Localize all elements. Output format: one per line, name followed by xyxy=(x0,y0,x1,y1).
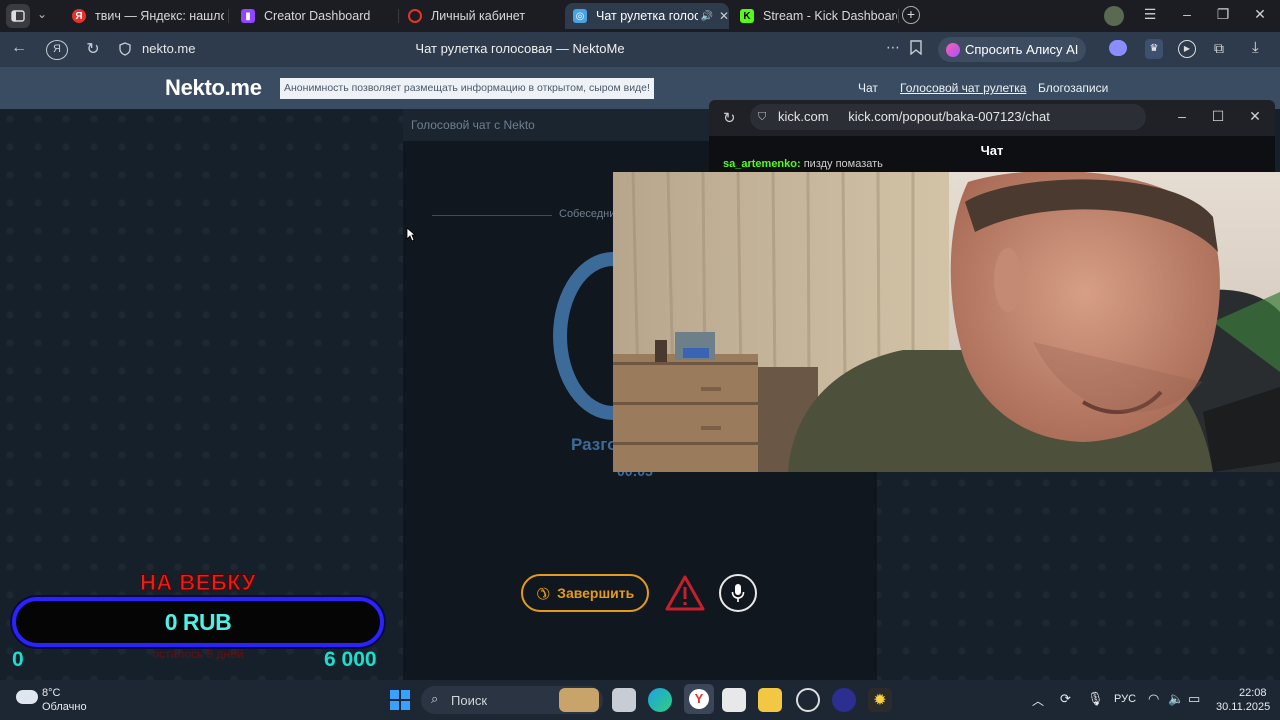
webcam-video xyxy=(613,172,1280,472)
site-info-icon: ⛉ xyxy=(758,111,767,123)
sidebar-toggle-icon[interactable] xyxy=(6,4,30,28)
tab-yandex-search[interactable]: Я твич — Яндекс: нашлось xyxy=(64,3,224,29)
divider xyxy=(432,215,552,216)
weather-desc[interactable]: Облачно xyxy=(42,701,87,713)
page-title: Чат рулетка голосовая — NektoMe xyxy=(415,41,625,56)
tab-creator-dashboard[interactable]: ▮ Creator Dashboard xyxy=(233,3,398,29)
search-placeholder: Поиск xyxy=(451,692,488,708)
minimize-icon[interactable]: – xyxy=(1176,6,1198,22)
donation-amount: 0 RUB xyxy=(164,608,232,635)
donation-goal-title: НА ВЕБКУ xyxy=(140,570,256,596)
site-tagline: Анонимность позволяет размещать информац… xyxy=(280,78,654,99)
chat-text: пизду помазать xyxy=(803,158,883,170)
tab-nekto-active[interactable]: ◎ Чат рулетка голосов 🔊 ✕ xyxy=(565,3,729,29)
popout-close-icon[interactable]: ✕ xyxy=(1244,108,1266,125)
donation-goal-bar: 0 RUB xyxy=(12,597,384,647)
task-view-icon[interactable] xyxy=(612,688,636,712)
nav-chat[interactable]: Чат xyxy=(858,81,878,95)
kick-icon: K xyxy=(740,9,754,23)
edge-icon[interactable] xyxy=(648,688,672,712)
kick-chat-popout-window: ↻ ⛉ kick.com kick.com/popout/baka-007123… xyxy=(709,100,1275,172)
alice-icon xyxy=(946,42,960,57)
browser-tab-bar: ⌄ Я твич — Яндекс: нашлось ▮ Creator Das… xyxy=(0,0,1280,32)
tab-label: твич — Яндекс: нашлось xyxy=(95,9,224,23)
popout-site: kick.com xyxy=(778,109,829,124)
close-window-icon[interactable]: ✕ xyxy=(1249,6,1271,23)
volume-icon[interactable]: 🔈 xyxy=(1168,691,1184,707)
new-tab-button[interactable]: + xyxy=(902,6,920,24)
windows-start-icon[interactable] xyxy=(388,688,412,712)
nekto-icon: ◎ xyxy=(573,9,587,23)
bookmark-icon[interactable] xyxy=(910,40,922,60)
donation-min: 0 xyxy=(12,648,24,671)
tab-personal-account[interactable]: Личный кабинет xyxy=(400,3,560,29)
tab-kick-dashboard[interactable]: K Stream - Kick Dashboard xyxy=(732,3,897,29)
vpn-shield-icon[interactable]: ♛ xyxy=(1145,39,1163,59)
tab-label: Чат рулетка голосов xyxy=(596,9,699,23)
ask-alice-label: Спросить Алису AI xyxy=(965,42,1079,57)
popout-minimize-icon[interactable]: – xyxy=(1171,108,1193,124)
popout-reload-icon[interactable]: ↻ xyxy=(723,109,736,127)
collections-icon[interactable]: ⧉ xyxy=(1214,40,1224,57)
tab-label: Личный кабинет xyxy=(431,9,526,23)
windows-taskbar: 8°C Облачно ⌕ Поиск Y ✹ ︿ ⟳ 🎙 РУС ◠ 🔈 ▭ … xyxy=(0,680,1280,720)
ring-icon xyxy=(408,9,422,23)
site-logo[interactable]: Nekto.me xyxy=(165,75,262,101)
clock-time[interactable]: 22:08 xyxy=(1239,687,1267,699)
microphone-button[interactable] xyxy=(719,574,757,612)
popout-url-field[interactable]: ⛉ kick.com kick.com/popout/baka-007123/c… xyxy=(750,104,1146,130)
maximize-icon[interactable]: ❐ xyxy=(1212,6,1234,23)
chat-message: sa_artemenko: пизду помазать xyxy=(723,158,883,170)
tab-close-icon[interactable]: ✕ xyxy=(719,9,729,23)
yandex-search-icon: Я xyxy=(72,9,86,23)
popout-url: kick.com/popout/baka-007123/chat xyxy=(848,109,1050,124)
battery-icon[interactable]: ▭ xyxy=(1188,691,1200,707)
tab-list-chevron-icon[interactable]: ⌄ xyxy=(37,7,47,21)
mouse-cursor-icon xyxy=(406,227,417,247)
play-icon[interactable]: ▶ xyxy=(1178,40,1196,58)
extension-icon[interactable] xyxy=(1109,40,1127,56)
phone-hangup-icon: ✆ xyxy=(531,581,553,604)
download-icon[interactable]: ⤓ xyxy=(1252,39,1259,56)
end-call-button[interactable]: ✆ Завершить xyxy=(521,574,649,612)
tab-label: Creator Dashboard xyxy=(264,9,371,23)
tab-label: Stream - Kick Dashboard xyxy=(763,9,897,23)
nav-blog[interactable]: Блогозаписи xyxy=(1038,81,1108,95)
nav-voice-chat[interactable]: Голосовой чат рулетка xyxy=(900,81,1026,95)
end-call-label: Завершить xyxy=(557,585,635,601)
search-icon: ⌕ xyxy=(431,691,439,706)
obs-icon[interactable] xyxy=(796,688,820,712)
search-highlight-icon xyxy=(559,688,599,712)
address-bar-row: ← Я ↻ nekto.me Чат рулетка голосовая — N… xyxy=(0,32,1280,67)
circle-app-icon[interactable] xyxy=(832,688,856,712)
interlocutor-label: Собеседни xyxy=(559,208,616,220)
chat-username: sa_artemenko: xyxy=(723,158,801,170)
file-explorer-icon[interactable] xyxy=(758,688,782,712)
store-icon[interactable] xyxy=(722,688,746,712)
twitch-icon: ▮ xyxy=(241,9,255,23)
cloud-icon[interactable] xyxy=(16,690,38,704)
weather-temp[interactable]: 8°C xyxy=(42,687,60,699)
report-warning-icon[interactable] xyxy=(665,575,705,616)
language-indicator[interactable]: РУС xyxy=(1114,693,1136,705)
wifi-icon[interactable]: ◠ xyxy=(1148,691,1159,707)
profile-avatar[interactable] xyxy=(1104,6,1124,26)
spark-app-icon[interactable]: ✹ xyxy=(868,688,892,712)
more-icon[interactable]: ⋯ xyxy=(886,39,901,56)
sync-icon[interactable]: ⟳ xyxy=(1060,691,1071,707)
talk-status: Разго xyxy=(571,435,618,454)
donation-max: 6 000 xyxy=(324,648,377,671)
clock-date[interactable]: 30.11.2025 xyxy=(1216,701,1270,713)
popout-maximize-icon[interactable]: ☐ xyxy=(1207,108,1229,125)
yandex-browser-icon[interactable]: Y xyxy=(684,684,714,714)
taskbar-search[interactable]: ⌕ Поиск xyxy=(421,686,603,714)
microphone-icon xyxy=(731,584,745,602)
mic-tray-icon[interactable]: 🎙 xyxy=(1087,691,1104,707)
speaker-icon[interactable]: 🔊 xyxy=(700,11,712,22)
tray-chevron-icon[interactable]: ︿ xyxy=(1032,692,1044,709)
ask-alice-button[interactable]: Спросить Алису AI xyxy=(938,37,1086,62)
menu-icon[interactable]: ☰ xyxy=(1139,6,1161,23)
